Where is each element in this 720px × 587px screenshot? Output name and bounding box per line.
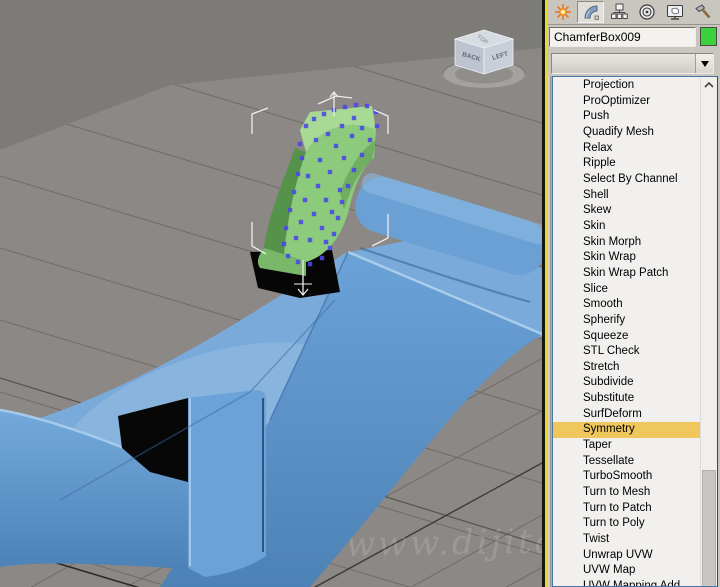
- arc-icon: [583, 5, 599, 20]
- modifier-list-item-label: Skin Wrap: [583, 251, 636, 264]
- watermark: www.dijitald: [345, 521, 542, 565]
- modifier-list-item[interactable]: TurboSmooth: [553, 469, 701, 485]
- modifier-list-item[interactable]: Slice: [553, 282, 701, 298]
- modifier-list-item[interactable]: Turn to Patch: [553, 501, 701, 517]
- modifier-list-item-label: Skin Wrap Patch: [583, 266, 669, 279]
- modifier-list-item-label: Substitute: [583, 392, 635, 405]
- modifier-list: Projection ProOptimizer Push Quadify Mes…: [553, 78, 701, 587]
- modifier-list-item-label: Skin: [583, 219, 606, 232]
- command-panel-tabs: [548, 0, 720, 25]
- motion-icon: [638, 4, 655, 20]
- modifier-list-item-label: Squeeze: [583, 329, 629, 342]
- modifier-list-item-label: SurfDeform: [583, 407, 642, 420]
- object-color-swatch[interactable]: [700, 27, 717, 46]
- modifier-list-item-label: Quadify Mesh: [583, 125, 654, 138]
- modifier-list-item[interactable]: Projection: [553, 78, 701, 94]
- modifier-list-item-label: STL Check: [583, 345, 640, 358]
- modifier-list-item[interactable]: Ripple: [553, 156, 701, 172]
- viewport-3d[interactable]: www.dijitald BACK LEFT TOP: [0, 0, 542, 587]
- scrollbar-thumb[interactable]: [702, 470, 716, 586]
- chevron-up-icon: [704, 81, 714, 88]
- modifier-list-item-label: UVW Map: [583, 564, 636, 577]
- chevron-down-icon: [700, 61, 709, 71]
- modifier-list-item-label: Stretch: [583, 360, 620, 373]
- modifier-list-item[interactable]: Quadify Mesh: [553, 125, 701, 141]
- modifier-list-item[interactable]: Stretch: [553, 360, 701, 376]
- modifier-list-item[interactable]: UVW Map: [553, 563, 701, 579]
- view-cube[interactable]: BACK LEFT TOP: [442, 29, 526, 88]
- modifier-list-item[interactable]: UVW Mapping Add: [553, 579, 701, 587]
- command-panel: ChamferBox009 Projection ProOptimizer Pu…: [548, 0, 720, 587]
- modifier-list-item[interactable]: Subdivide: [553, 375, 701, 391]
- modifier-list-item[interactable]: Substitute: [553, 391, 701, 407]
- modifier-list-item[interactable]: Taper: [553, 438, 701, 454]
- modifier-list-item[interactable]: STL Check: [553, 344, 701, 360]
- combobox-dropdown-button[interactable]: [695, 54, 713, 73]
- modifier-list-item[interactable]: Skin Wrap: [553, 250, 701, 266]
- modifier-list-item[interactable]: Skin Wrap Patch: [553, 266, 701, 282]
- modifier-list-item[interactable]: Skin: [553, 219, 701, 235]
- modifier-list-item[interactable]: Relax: [553, 141, 701, 157]
- application-window: www.dijitald BACK LEFT TOP ChamferBox009…: [0, 0, 720, 587]
- modifier-list-item-label: Push: [583, 110, 610, 123]
- modifier-list-item-label: Shell: [583, 188, 609, 201]
- tab-create[interactable]: [549, 1, 576, 23]
- modifier-list-item[interactable]: Tessellate: [553, 454, 701, 470]
- modifier-list-item[interactable]: Turn to Poly: [553, 516, 701, 532]
- tab-hierarchy[interactable]: [605, 1, 632, 23]
- modifier-list-item-label: Unwrap UVW: [583, 548, 653, 561]
- dropdown-scrollbar[interactable]: [700, 77, 717, 586]
- modifier-list-item-label: UVW Mapping Add: [583, 580, 681, 587]
- starburst-icon: [554, 4, 571, 20]
- modifier-list-item[interactable]: Skin Morph: [553, 235, 701, 251]
- modifier-list-item-label: Skew: [583, 204, 612, 217]
- sofa-cushion-block: [188, 390, 266, 577]
- modifier-list-item-label: Twist: [583, 533, 610, 546]
- modifier-list-item-label: ProOptimizer: [583, 94, 651, 107]
- modifier-list-item[interactable]: Turn to Mesh: [553, 485, 701, 501]
- hammer-icon: [694, 4, 710, 19]
- modifier-list-item-label: Subdivide: [583, 376, 634, 389]
- modifier-dropdown-popup: Projection ProOptimizer Push Quadify Mes…: [552, 76, 718, 587]
- modifier-list-item[interactable]: ProOptimizer: [553, 94, 701, 110]
- modifier-list-item-label: Turn to Poly: [583, 517, 645, 530]
- modifier-list-item-label: Slice: [583, 282, 608, 295]
- display-icon: [666, 5, 683, 20]
- modifier-list-item-label: Ripple: [583, 157, 616, 170]
- modifier-list-item-label: Skin Morph: [583, 235, 642, 248]
- tab-modify[interactable]: [577, 1, 604, 23]
- tab-utilities[interactable]: [689, 1, 716, 23]
- modifier-list-item-label: Smooth: [583, 298, 623, 311]
- modifier-list-item-label: Taper: [583, 439, 612, 452]
- modifier-list-item-label: Turn to Mesh: [583, 486, 651, 499]
- modifier-list-item-label: Relax: [583, 141, 613, 154]
- modifier-list-item[interactable]: Push: [553, 109, 701, 125]
- modifier-list-item-label: Symmetry: [583, 423, 635, 436]
- modifier-list-item-label: Projection: [583, 79, 635, 91]
- scrollbar-up-button[interactable]: [701, 77, 717, 93]
- modifier-list-item[interactable]: SurfDeform: [553, 407, 701, 423]
- modifier-list-item[interactable]: Skew: [553, 203, 701, 219]
- modifier-list-item[interactable]: Unwrap UVW: [553, 548, 701, 564]
- modifier-list-item-label: Tessellate: [583, 454, 635, 467]
- modifier-list-item-label: Spherify: [583, 313, 626, 326]
- modifier-list-item[interactable]: Squeeze: [553, 329, 701, 345]
- modifier-list-item[interactable]: Smooth: [553, 297, 701, 313]
- modifier-list-item[interactable]: Symmetry: [553, 422, 701, 439]
- modifier-list-item-label: Turn to Patch: [583, 501, 652, 514]
- tab-display[interactable]: [661, 1, 688, 23]
- modifier-list-combobox[interactable]: [551, 53, 714, 74]
- modifier-list-item-label: Select By Channel: [583, 172, 678, 185]
- modifier-list-item[interactable]: Shell: [553, 188, 701, 204]
- modifier-list-item[interactable]: Twist: [553, 532, 701, 548]
- object-name-input[interactable]: ChamferBox009: [549, 27, 696, 47]
- modifier-list-item[interactable]: Spherify: [553, 313, 701, 329]
- modifier-list-item[interactable]: Select By Channel: [553, 172, 701, 188]
- tab-motion[interactable]: [633, 1, 660, 23]
- hierarchy-icon: [610, 3, 628, 19]
- modifier-list-item-label: TurboSmooth: [583, 470, 653, 483]
